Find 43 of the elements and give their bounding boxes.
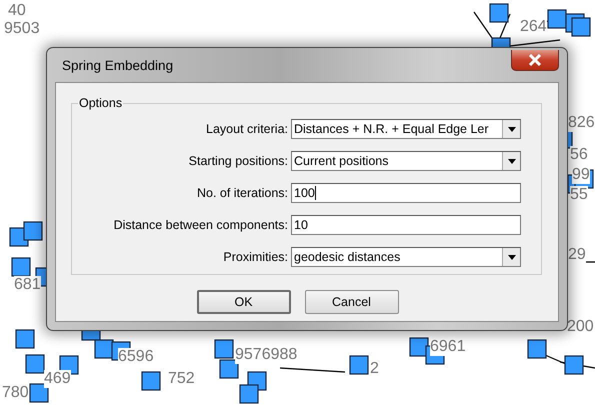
node-label: 469: [44, 370, 71, 388]
graph-node: [94, 339, 114, 359]
caret-down-icon: [508, 126, 516, 132]
graph-node: [564, 355, 584, 375]
field-label: Proximities:: [222, 250, 289, 264]
cancel-button[interactable]: Cancel: [304, 290, 398, 314]
field-label: Layout criteria:: [205, 122, 289, 136]
caret-down-icon: [508, 254, 516, 260]
graph-node: [239, 384, 259, 404]
graph-node: [23, 221, 43, 241]
graph-node: [219, 359, 239, 379]
input-field[interactable]: 100: [291, 183, 521, 203]
caret-down-icon: [508, 158, 516, 164]
graph-node: [25, 354, 45, 374]
field-label: No. of iterations:: [196, 186, 289, 200]
ok-button[interactable]: OK: [196, 290, 290, 314]
graph-node: [547, 9, 567, 29]
graph-node: [489, 3, 509, 23]
graph-node: [141, 371, 161, 391]
graph-node: [571, 17, 591, 37]
dropdown-field[interactable]: Current positions: [291, 151, 521, 171]
window-title: Spring Embedding: [61, 58, 174, 72]
close-button[interactable]: [511, 50, 559, 70]
graph-node: [214, 339, 234, 359]
graph-node: [29, 383, 49, 403]
node-label: 6961: [430, 338, 466, 356]
edge-line: [280, 367, 346, 373]
close-icon: [527, 54, 543, 66]
field-label: Distance between components:: [112, 218, 289, 232]
field-label: Starting positions:: [188, 154, 289, 168]
node-label: 826: [568, 114, 595, 132]
dropdown-field[interactable]: Distances + N.R. + Equal Edge Ler: [291, 119, 521, 139]
graph-node: [349, 355, 369, 375]
node-label: 9576988: [235, 346, 298, 364]
graph-node: [527, 339, 547, 359]
graph-node: [11, 257, 31, 277]
dropdown-field[interactable]: geodesic distances: [291, 247, 521, 267]
edge-line: [474, 12, 492, 38]
input-field[interactable]: 10: [291, 215, 521, 235]
graph-node: [409, 337, 429, 357]
node-label: 29: [568, 246, 586, 264]
group-title: Options: [78, 96, 124, 110]
graph-node: [15, 329, 35, 349]
